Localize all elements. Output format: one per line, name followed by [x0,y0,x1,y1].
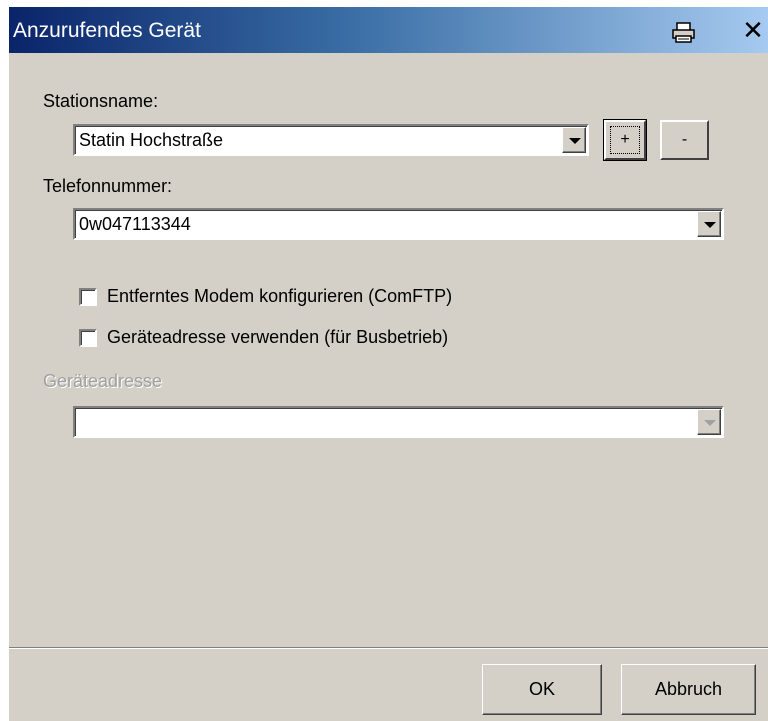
window-title: Anzurufendes Gerät [13,19,201,42]
phone-number-value: 0w047113344 [79,214,191,234]
focus-indicator [610,126,640,154]
printer-icon[interactable] [671,22,697,44]
device-address-checkbox[interactable] [79,329,97,347]
chevron-down-icon [704,420,716,426]
remove-station-label: - [681,131,688,148]
remote-modem-label[interactable]: Entferntes Modem konfigurieren (ComFTP) [107,286,452,307]
cancel-button[interactable]: Abbruch [621,664,756,715]
footer-separator [9,647,768,649]
phone-number-label: Telefonnummer: [43,176,173,196]
station-dropdown-button[interactable] [562,127,586,153]
remote-modem-checkbox[interactable] [79,288,97,306]
close-icon[interactable]: ✕ [740,17,766,45]
add-station-button[interactable]: + [603,119,647,161]
ok-button[interactable]: OK [482,664,602,715]
chevron-down-icon [569,138,581,144]
cancel-button-label: Abbruch [654,679,723,699]
device-address-combo [73,406,724,438]
station-name-value: Statin Hochstraße [79,130,224,150]
phone-number-combo[interactable]: 0w047113344 [73,208,724,240]
device-address-checkbox-label[interactable]: Geräteadresse verwenden (für Busbetrieb) [107,327,448,348]
dialog-window: Anzurufendes Gerät ✕ Stationsname: Stati… [8,7,768,721]
station-name-combo[interactable]: Statin Hochstraße [73,124,589,156]
station-name-label: Stationsname: [43,91,159,111]
ok-button-label: OK [528,679,555,699]
chevron-down-icon [704,222,716,228]
device-address-dropdown-button [697,409,721,435]
phone-dropdown-button[interactable] [697,211,721,237]
title-bar[interactable]: Anzurufendes Gerät ✕ [9,7,768,53]
device-address-label: Geräteadresse [43,371,163,391]
remove-station-button[interactable]: - [660,120,709,160]
